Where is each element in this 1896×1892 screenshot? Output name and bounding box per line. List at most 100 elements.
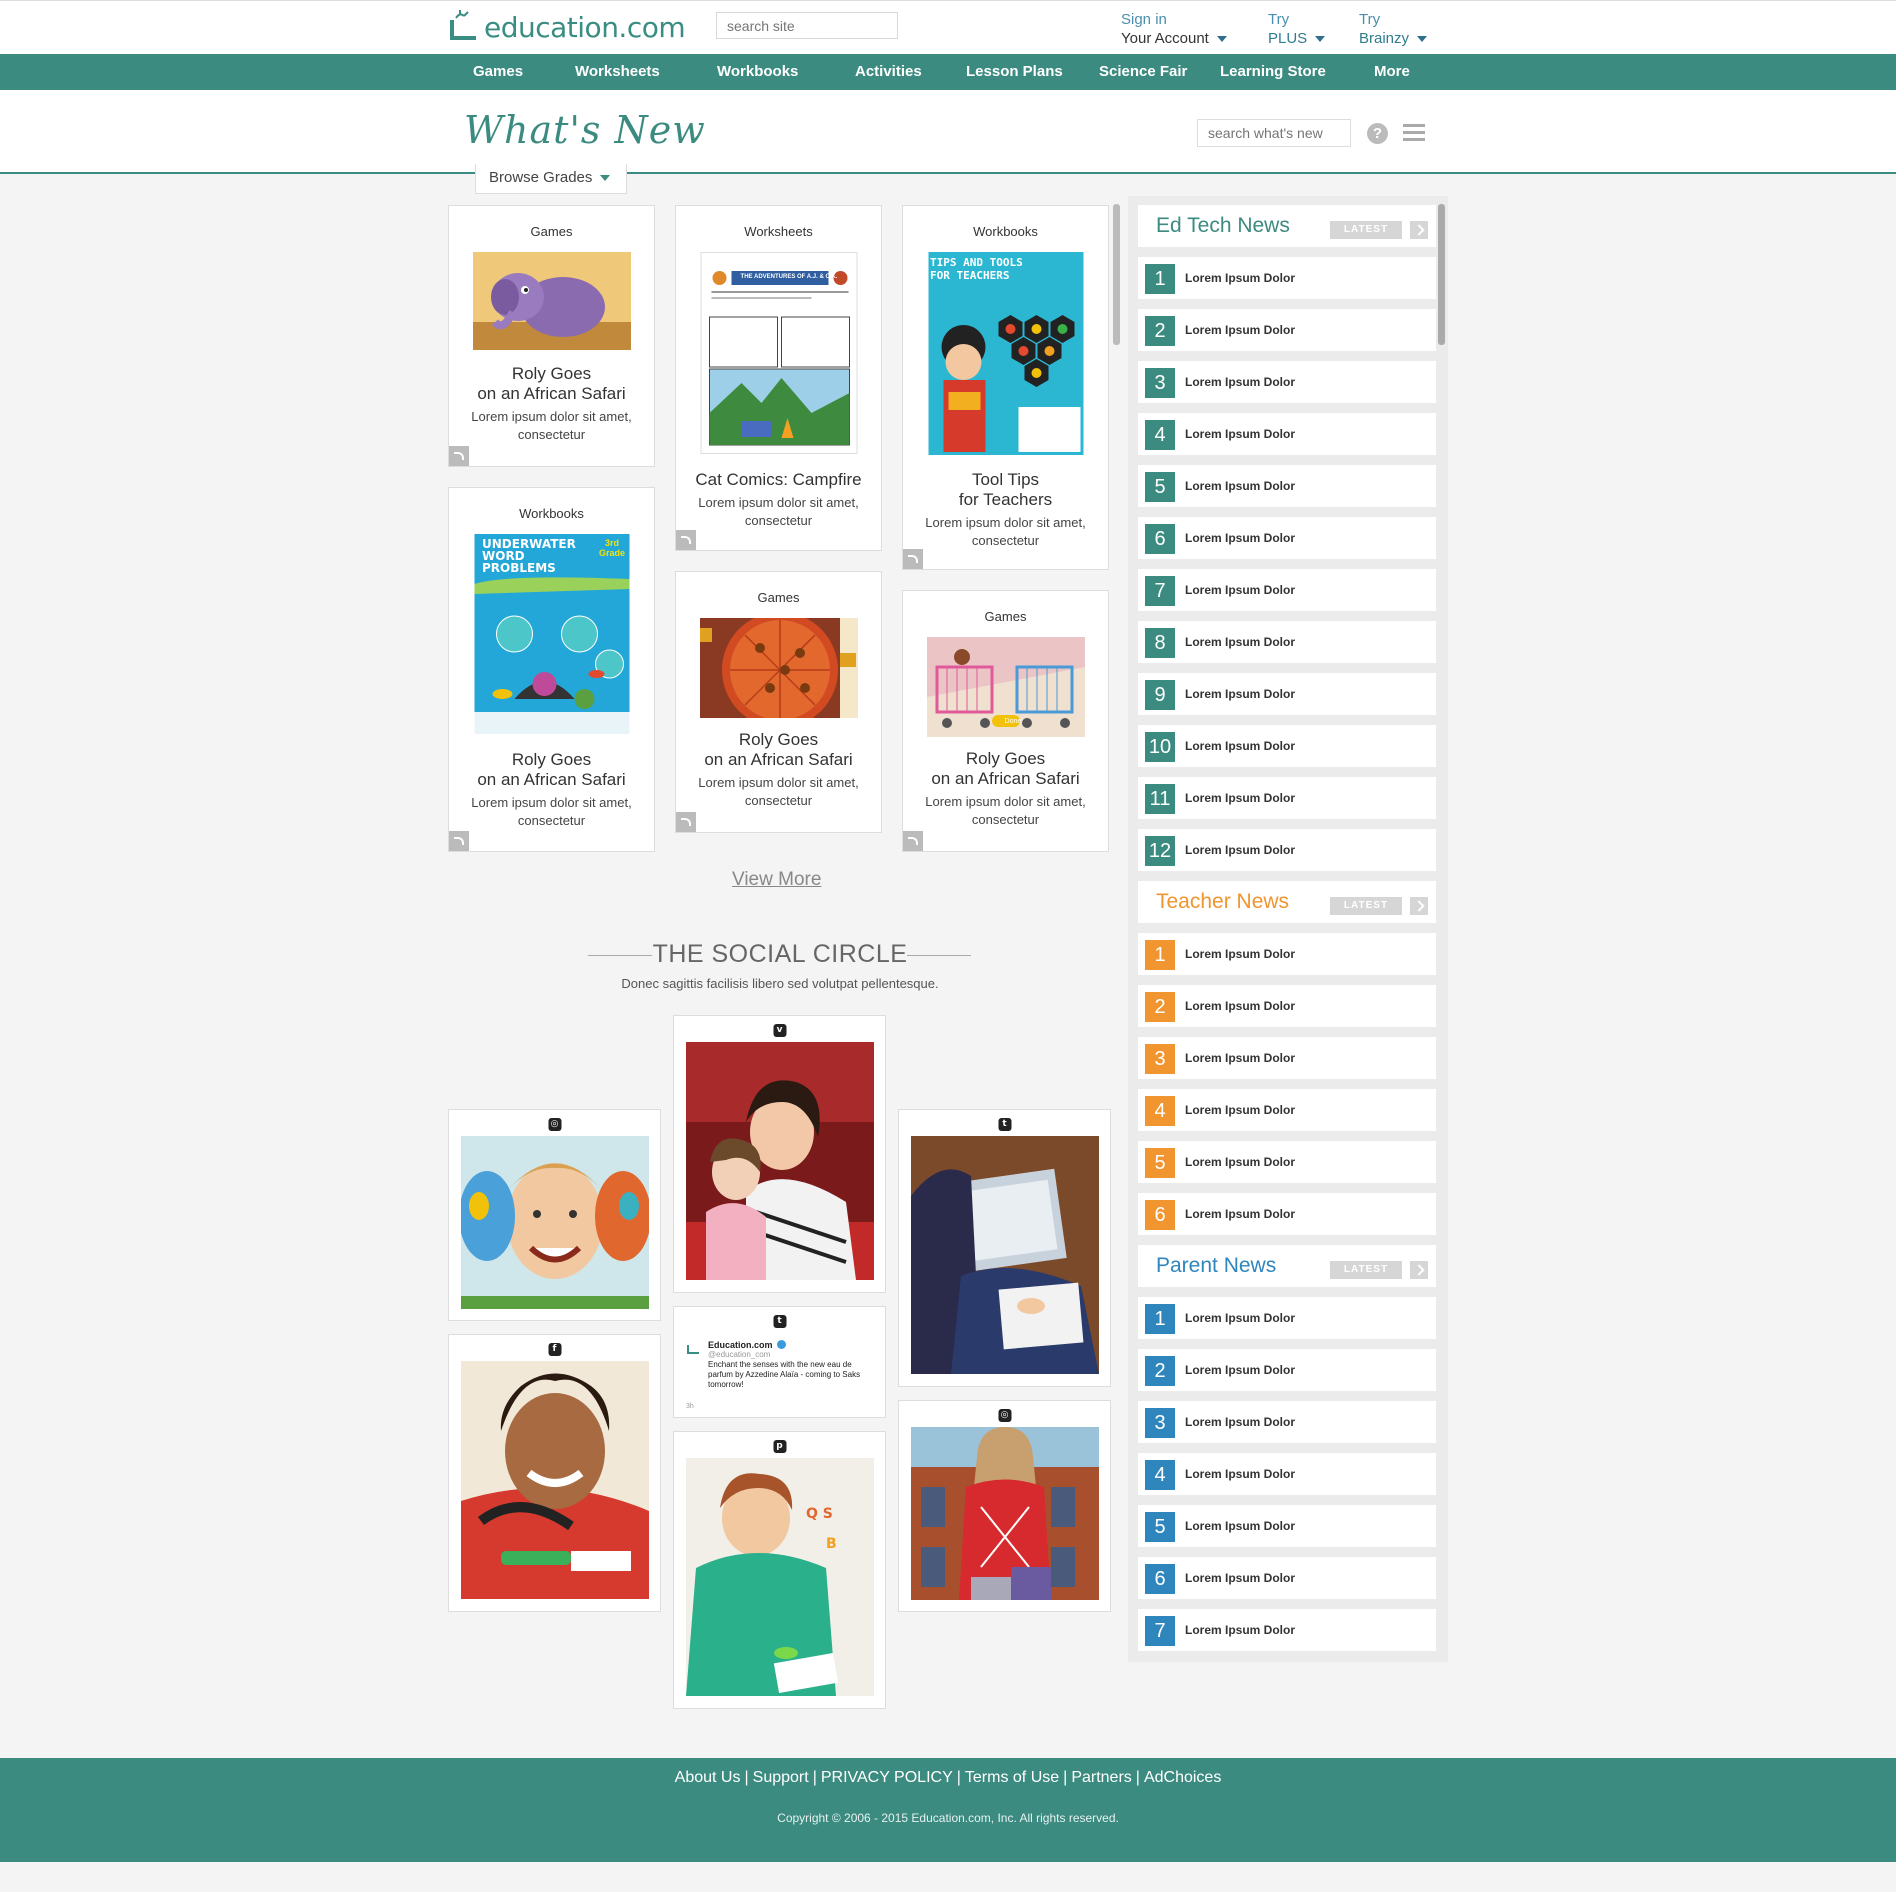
nav-worksheets[interactable]: Worksheets — [575, 54, 660, 90]
divider — [907, 955, 971, 956]
nav-learning-store[interactable]: Learning Store — [1220, 54, 1326, 90]
social-post[interactable]: f — [448, 1334, 661, 1612]
item-number: 2 — [1145, 992, 1175, 1022]
news-item[interactable]: 1 Lorem Ipsum Dolor — [1138, 1297, 1436, 1339]
social-post[interactable]: ◎ — [448, 1109, 661, 1321]
share-icon[interactable] — [449, 831, 469, 851]
share-icon[interactable] — [449, 446, 469, 466]
browse-grades-dropdown[interactable]: Browse Grades — [475, 164, 627, 194]
content-card[interactable]: Games Roly Goes on an African Safari Lore… — [448, 205, 655, 467]
item-number: 1 — [1145, 264, 1175, 294]
try-brainzy-menu[interactable]: Try Brainzy — [1359, 10, 1428, 48]
news-item[interactable]: 8 Lorem Ipsum Dolor — [1138, 621, 1436, 663]
content-card[interactable]: Workbooks UNDERWATER WORD PROBLEMS 3rd G… — [448, 487, 655, 852]
news-item[interactable]: 6 Lorem Ipsum Dolor — [1138, 1193, 1436, 1235]
logo-text: education.com — [484, 10, 686, 44]
news-item[interactable]: 11 Lorem Ipsum Dolor — [1138, 777, 1436, 819]
chevron-right-icon[interactable] — [1410, 897, 1428, 915]
news-item[interactable]: 5 Lorem Ipsum Dolor — [1138, 465, 1436, 507]
footer-link-privacy[interactable]: PRIVACY POLICY — [821, 1769, 953, 1786]
news-item[interactable]: 6 Lorem Ipsum Dolor — [1138, 517, 1436, 559]
news-item[interactable]: 6 Lorem Ipsum Dolor — [1138, 1557, 1436, 1599]
chevron-down-icon — [600, 175, 611, 182]
content-card[interactable]: Worksheets THE ADVENTURES OF A.J. & C.K.… — [675, 205, 882, 551]
social-post[interactable]: ◎ — [898, 1400, 1111, 1612]
svg-text:Q S: Q S — [806, 1506, 833, 1522]
view-more-link[interactable]: View More — [732, 869, 821, 891]
item-title: Lorem Ipsum Dolor — [1185, 1623, 1296, 1637]
chevron-down-icon — [1216, 36, 1227, 43]
item-title: Lorem Ipsum Dolor — [1185, 271, 1296, 285]
news-item[interactable]: 12 Lorem Ipsum Dolor — [1138, 829, 1436, 871]
social-post[interactable]: v — [673, 1015, 886, 1293]
sign-in-link[interactable]: Sign in — [1121, 10, 1227, 29]
content-card[interactable]: Games Roly Goes on an African Safari Lore… — [675, 571, 882, 833]
news-item[interactable]: 3 Lorem Ipsum Dolor — [1138, 361, 1436, 403]
nav-more[interactable]: More — [1374, 54, 1410, 90]
share-icon[interactable] — [903, 831, 923, 851]
tweet-author: Education.com — [708, 1340, 773, 1350]
share-icon[interactable] — [903, 549, 923, 569]
content-card[interactable]: Workbooks TIPS AND TOOLS FOR TEACHERS To… — [902, 205, 1109, 570]
news-item[interactable]: 1 Lorem Ipsum Dolor — [1138, 257, 1436, 299]
social-post[interactable]: p Q SBG — [673, 1431, 886, 1709]
content-card[interactable]: Games Done Roly Goes on an African Safari… — [902, 590, 1109, 852]
news-item[interactable]: 3 Lorem Ipsum Dolor — [1138, 1401, 1436, 1443]
news-item[interactable]: 7 Lorem Ipsum Dolor — [1138, 1609, 1436, 1651]
news-item[interactable]: 2 Lorem Ipsum Dolor — [1138, 1349, 1436, 1391]
share-icon[interactable] — [676, 812, 696, 832]
instagram-icon: ◎ — [998, 1409, 1011, 1422]
news-item[interactable]: 5 Lorem Ipsum Dolor — [1138, 1141, 1436, 1183]
news-item[interactable]: 1 Lorem Ipsum Dolor — [1138, 933, 1436, 975]
whats-new-search-input[interactable] — [1197, 119, 1351, 147]
item-number: 4 — [1145, 1096, 1175, 1126]
nav-science-fair[interactable]: Science Fair — [1099, 54, 1187, 90]
social-post[interactable]: t — [898, 1109, 1111, 1387]
nav-games[interactable]: Games — [473, 54, 523, 90]
news-item[interactable]: 2 Lorem Ipsum Dolor — [1138, 309, 1436, 351]
vine-icon: v — [773, 1024, 786, 1037]
card-category: Workbooks — [519, 506, 584, 521]
plus-label: PLUS — [1268, 30, 1308, 47]
nav-lesson-plans[interactable]: Lesson Plans — [966, 54, 1063, 90]
chevron-right-icon[interactable] — [1410, 221, 1428, 239]
sidebar-scrollbar[interactable] — [1438, 204, 1445, 345]
news-item[interactable]: 4 Lorem Ipsum Dolor — [1138, 1453, 1436, 1495]
item-number: 2 — [1145, 316, 1175, 346]
news-item[interactable]: 4 Lorem Ipsum Dolor — [1138, 1089, 1436, 1131]
share-icon[interactable] — [676, 530, 696, 550]
try-plus-menu[interactable]: Try PLUS — [1268, 10, 1326, 48]
item-title: Lorem Ipsum Dolor — [1185, 1155, 1296, 1169]
card-image — [472, 252, 631, 350]
news-item[interactable]: 3 Lorem Ipsum Dolor — [1138, 1037, 1436, 1079]
hamburger-menu-icon[interactable] — [1403, 124, 1425, 142]
site-search-input[interactable] — [716, 12, 898, 39]
news-item[interactable]: 10 Lorem Ipsum Dolor — [1138, 725, 1436, 767]
help-icon[interactable]: ? — [1367, 123, 1388, 144]
news-item[interactable]: 2 Lorem Ipsum Dolor — [1138, 985, 1436, 1027]
nav-activities[interactable]: Activities — [855, 54, 922, 90]
logo[interactable]: education.com — [446, 7, 686, 47]
chevron-right-icon[interactable] — [1410, 1261, 1428, 1279]
tweet-card[interactable]: t Education.com @education_com Enchant t… — [673, 1306, 886, 1418]
news-item[interactable]: 7 Lorem Ipsum Dolor — [1138, 569, 1436, 611]
news-item[interactable]: 9 Lorem Ipsum Dolor — [1138, 673, 1436, 715]
content-scrollbar[interactable] — [1113, 204, 1120, 345]
news-item[interactable]: 4 Lorem Ipsum Dolor — [1138, 413, 1436, 455]
footer-link-partners[interactable]: Partners — [1071, 1769, 1131, 1786]
card-description: Lorem ipsum dolor sit amet, consectetur — [925, 794, 1086, 827]
footer-link-support[interactable]: Support — [753, 1769, 809, 1786]
item-title: Lorem Ipsum Dolor — [1185, 999, 1296, 1013]
footer-link-terms[interactable]: Terms of Use — [965, 1769, 1059, 1786]
footer-link-about[interactable]: About Us — [675, 1769, 741, 1786]
sign-in-menu[interactable]: Sign in Your Account — [1121, 10, 1227, 48]
logo-book-icon — [446, 10, 482, 44]
nav-workbooks[interactable]: Workbooks — [717, 54, 798, 90]
latest-badge[interactable]: LATEST — [1330, 897, 1402, 915]
footer-link-adchoices[interactable]: AdChoices — [1144, 1769, 1221, 1786]
social-photo — [911, 1427, 1099, 1600]
latest-badge[interactable]: LATEST — [1330, 221, 1402, 239]
news-item[interactable]: 5 Lorem Ipsum Dolor — [1138, 1505, 1436, 1547]
latest-badge[interactable]: LATEST — [1330, 1261, 1402, 1279]
item-title: Lorem Ipsum Dolor — [1185, 1207, 1296, 1221]
